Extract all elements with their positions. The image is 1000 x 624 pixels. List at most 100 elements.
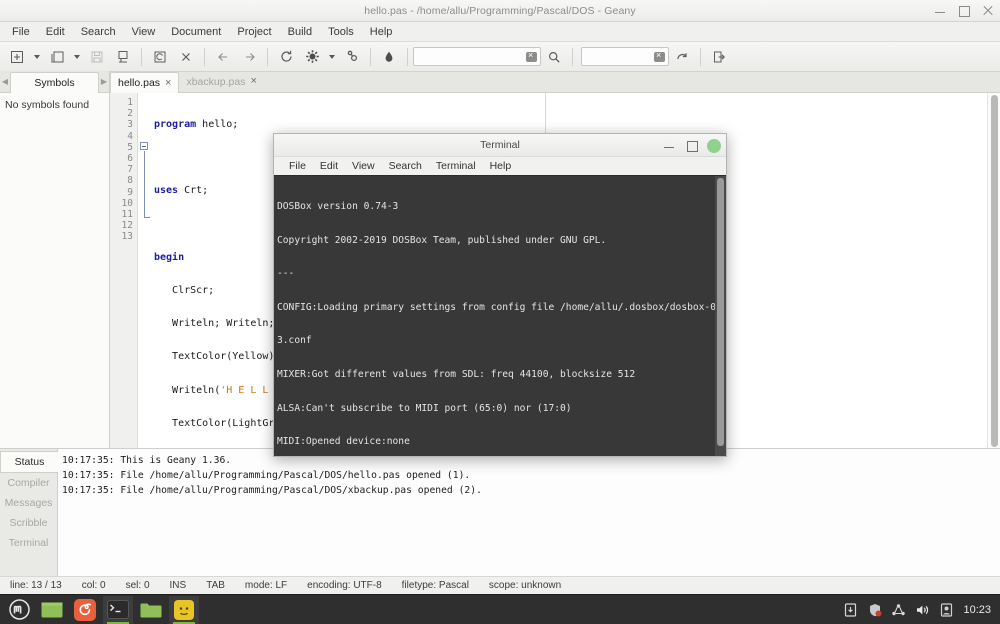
updates-icon[interactable] — [843, 602, 858, 617]
firefox-button[interactable] — [70, 596, 100, 624]
terminal-menu-view[interactable]: View — [345, 159, 382, 173]
menu-view[interactable]: View — [124, 24, 164, 40]
fold-end-marker — [143, 217, 150, 218]
editor-scrollbar[interactable] — [987, 93, 1000, 448]
menu-project[interactable]: Project — [229, 24, 279, 40]
fold-column[interactable] — [138, 93, 150, 448]
clock[interactable]: 10:23 — [963, 604, 991, 616]
find-button[interactable] — [541, 44, 567, 70]
menu-build[interactable]: Build — [280, 24, 320, 40]
compile-button[interactable] — [273, 44, 299, 70]
close-icon[interactable] — [982, 5, 994, 17]
terminal-scrollbar-thumb[interactable] — [717, 178, 724, 446]
menubar: File Edit Search View Document Project B… — [0, 22, 1000, 42]
menu-file[interactable]: File — [4, 24, 38, 40]
msgtab-messages[interactable]: Messages — [0, 493, 57, 513]
terminal-line: MIDI:Opened device:none — [277, 436, 410, 448]
code-token: hello; — [196, 119, 239, 130]
build-dropdown-icon[interactable] — [325, 44, 339, 70]
message-tabs: Status Compiler Messages Scribble Termin… — [0, 449, 58, 576]
terminal-menu-search[interactable]: Search — [382, 159, 429, 173]
terminal-menu-terminal[interactable]: Terminal — [429, 159, 483, 173]
maximize-icon[interactable] — [958, 5, 970, 17]
terminal-scrollbar[interactable] — [715, 176, 726, 456]
sidebar-tabzone: ◀ Symbols ▶ — [0, 71, 110, 93]
quit-button[interactable] — [706, 44, 732, 70]
menu-search[interactable]: Search — [73, 24, 124, 40]
search-input[interactable] — [413, 47, 541, 66]
terminal-menu-edit[interactable]: Edit — [313, 159, 345, 173]
terminal-menu-help[interactable]: Help — [483, 159, 519, 173]
sidebar-prev-icon[interactable]: ◀ — [0, 77, 10, 86]
network-icon[interactable] — [891, 602, 906, 617]
msgtab-terminal[interactable]: Terminal — [0, 533, 57, 553]
volume-icon[interactable] — [915, 602, 930, 617]
line-number-gutter: 1 2 3 4 5 6 7 8 9 10 11 12 13 — [110, 93, 138, 448]
folder-icon — [140, 603, 162, 617]
clear-goto-icon[interactable] — [654, 50, 665, 62]
msgtab-compiler[interactable]: Compiler — [0, 473, 57, 493]
user-icon[interactable] — [939, 602, 954, 617]
sidebar-next-icon[interactable]: ▶ — [99, 77, 109, 86]
minimize-icon[interactable] — [934, 5, 946, 17]
fold-toggle-icon[interactable] — [140, 142, 148, 150]
new-file-dropdown-icon[interactable] — [30, 44, 44, 70]
status-log[interactable]: 10:17:35: This is Geany 1.36. 10:17:35: … — [58, 449, 1000, 576]
terminal-close-icon[interactable] — [707, 138, 721, 153]
status-encoding: encoding: UTF-8 — [307, 580, 382, 591]
scrollbar-thumb[interactable] — [991, 95, 998, 447]
terminal-menu-file[interactable]: File — [282, 159, 313, 173]
terminal-body[interactable]: DOSBox version 0.74-3 Copyright 2002-201… — [274, 175, 726, 456]
build-button[interactable] — [299, 44, 325, 70]
tab-xbackup-pas[interactable]: xbackup.pas × — [179, 71, 263, 92]
show-desktop-button[interactable] — [37, 596, 67, 624]
tab-close-icon[interactable]: × — [165, 77, 171, 89]
open-file-button[interactable] — [44, 44, 70, 70]
revert-button[interactable] — [147, 44, 173, 70]
status-tab: TAB — [206, 580, 225, 591]
toolbar-separator-7 — [700, 47, 701, 66]
clear-search-icon[interactable] — [526, 50, 537, 62]
code-token: uses — [154, 185, 179, 197]
menu-document[interactable]: Document — [163, 24, 229, 40]
geany-task-button[interactable] — [169, 595, 199, 624]
jump-to-button[interactable] — [669, 44, 695, 70]
terminal-line: MIXER:Got different values from SDL: fre… — [277, 368, 636, 380]
terminal-maximize-icon[interactable] — [685, 140, 698, 152]
terminal-window[interactable]: Terminal File Edit View Search Terminal … — [273, 133, 727, 457]
open-file-dropdown-icon[interactable] — [70, 44, 84, 70]
status-insert: INS — [169, 580, 187, 591]
shield-icon[interactable] — [867, 602, 882, 617]
terminal-task-button[interactable] — [103, 595, 133, 624]
tab-close-icon[interactable]: × — [250, 76, 256, 87]
forward-button[interactable] — [236, 44, 262, 70]
line-number: 2 — [127, 108, 133, 120]
menu-edit[interactable]: Edit — [38, 24, 73, 40]
terminal-output: DOSBox version 0.74-3 Copyright 2002-201… — [274, 176, 726, 456]
terminal-line: 3.conf — [277, 335, 312, 347]
color-chooser-button[interactable] — [376, 44, 402, 70]
toolbar — [0, 42, 1000, 72]
menu-tools[interactable]: Tools — [320, 24, 362, 40]
sidebar-tab-symbols[interactable]: Symbols — [10, 72, 99, 93]
save-all-button[interactable] — [110, 44, 136, 70]
menu-button[interactable] — [4, 596, 34, 624]
tab-hello-pas[interactable]: hello.pas × — [110, 72, 180, 93]
code-token: TextColor(Yellow); — [154, 351, 281, 363]
new-file-button[interactable] — [4, 44, 30, 70]
run-button[interactable] — [339, 44, 365, 70]
close-file-button[interactable] — [173, 44, 199, 70]
files-button[interactable] — [136, 596, 166, 624]
terminal-titlebar[interactable]: Terminal — [274, 134, 726, 157]
msgtab-scribble[interactable]: Scribble — [0, 513, 57, 533]
geany-icon — [174, 599, 194, 620]
msgtab-status[interactable]: Status — [0, 451, 58, 473]
fold-line — [143, 151, 145, 217]
terminal-line: CONFIG:Loading primary settings from con… — [277, 301, 726, 313]
back-button[interactable] — [210, 44, 236, 70]
symbols-empty-message: No symbols found — [5, 99, 90, 111]
menu-help[interactable]: Help — [362, 24, 401, 40]
toolbar-separator-3 — [267, 47, 268, 66]
save-button[interactable] — [84, 44, 110, 70]
goto-line-input[interactable] — [581, 47, 669, 66]
